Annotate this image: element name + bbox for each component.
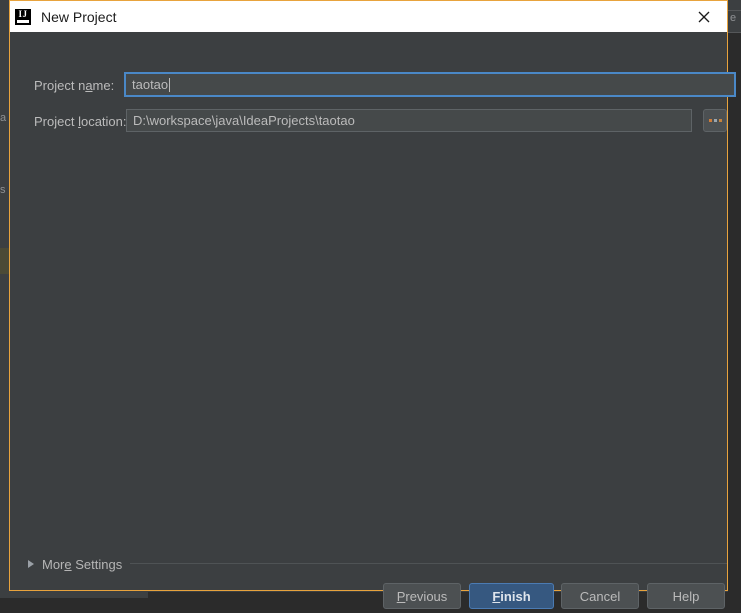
dialog-titlebar[interactable]: IJ New Project <box>10 1 727 32</box>
project-location-label: Project location: <box>34 114 127 129</box>
ellipsis-icon <box>708 119 722 122</box>
project-location-label-part1: Project <box>34 114 79 129</box>
cancel-button-label: Cancel <box>579 588 621 604</box>
ide-left-strip-highlight <box>0 248 9 274</box>
more-settings-label: More Settings <box>42 557 122 572</box>
new-project-dialog: IJ New Project Project name: taotao Proj… <box>9 0 736 609</box>
ide-right-divider-top <box>728 10 741 11</box>
project-location-value: D:\workspace\java\IdeaProjects\taotao <box>133 113 355 128</box>
intellij-logo-letters: IJ <box>18 8 28 19</box>
project-name-value: taotao <box>132 77 169 92</box>
dialog-button-bar: Previous Finish Cancel Help <box>10 583 727 613</box>
ide-right-tab-text: e <box>730 12 737 24</box>
previous-button-label: revious <box>405 588 448 604</box>
more-settings-toggle[interactable]: More Settings <box>28 555 122 573</box>
cancel-button[interactable]: Cancel <box>561 583 639 609</box>
intellij-idea-logo-icon: IJ <box>15 8 31 25</box>
finish-button-mnemonic: F <box>492 588 501 604</box>
dialog-title: New Project <box>41 8 117 25</box>
finish-button-label: inish <box>500 588 531 604</box>
project-name-input[interactable]: taotao <box>124 72 736 97</box>
previous-button[interactable]: Previous <box>383 583 461 609</box>
text-caret <box>169 77 171 92</box>
previous-button-mnemonic: P <box>396 588 406 604</box>
more-settings-label-mnemonic: e <box>64 556 72 572</box>
chevron-right-icon <box>28 560 34 568</box>
more-settings-label-part1: Mor <box>42 556 65 572</box>
project-name-label-part2: me: <box>92 78 115 93</box>
browse-location-button[interactable] <box>703 109 727 132</box>
intellij-logo-bar <box>17 19 29 23</box>
project-location-label-part2: ocation: <box>80 114 127 129</box>
ide-left-strip-text-a: a <box>0 112 7 124</box>
help-button[interactable]: Help <box>647 583 725 609</box>
ide-left-strip-text-s: s <box>0 184 6 196</box>
more-settings-label-part2: Settings <box>71 556 123 572</box>
dialog-body: Project name: taotao Project location: D… <box>10 32 736 609</box>
ide-left-strip <box>0 0 9 598</box>
project-name-label-part1: Project n <box>34 78 86 93</box>
help-button-label: Help <box>672 588 700 604</box>
project-name-label: Project name: <box>34 78 114 93</box>
close-icon[interactable] <box>681 1 727 32</box>
project-location-input[interactable]: D:\workspace\java\IdeaProjects\taotao <box>126 109 692 132</box>
ide-right-divider-bottom <box>728 32 741 33</box>
more-settings-separator <box>130 563 727 564</box>
project-name-label-mnemonic: a <box>85 78 93 93</box>
finish-button[interactable]: Finish <box>469 583 554 609</box>
